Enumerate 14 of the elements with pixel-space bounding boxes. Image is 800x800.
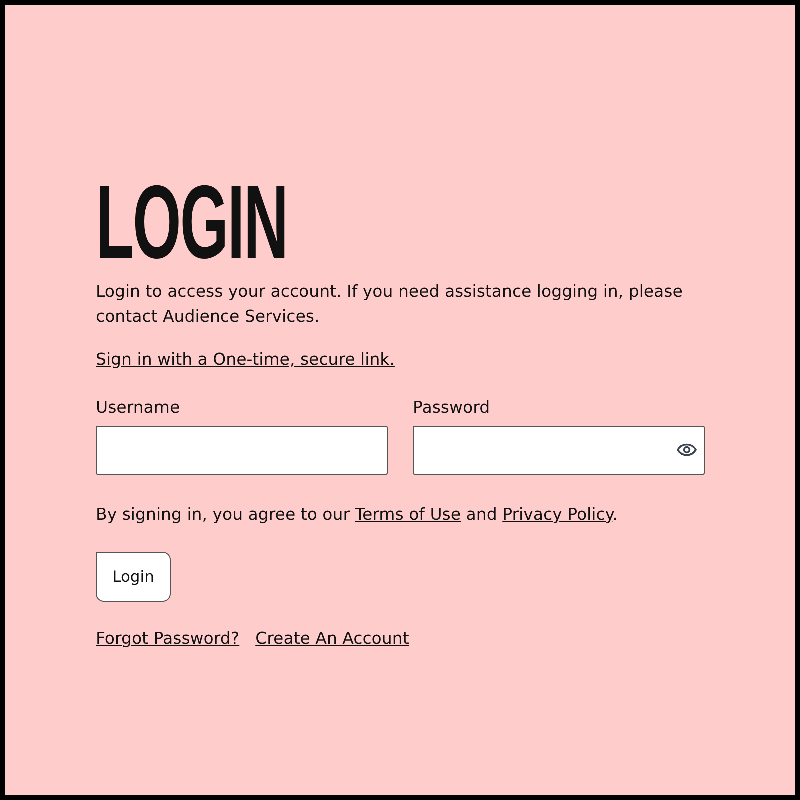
eye-icon[interactable] — [677, 443, 697, 457]
privacy-link[interactable]: Privacy Policy — [502, 505, 613, 524]
text-link[interactable]: Forgot Password? — [96, 628, 240, 650]
input-field[interactable] — [96, 426, 388, 475]
consent-text: By signing in, you agree to our Terms of Use and Privacy Policy. — [96, 504, 619, 526]
field-label: Username — [96, 397, 180, 419]
terms-link[interactable]: Terms of Use — [355, 505, 462, 524]
login-button[interactable]: Login — [96, 552, 171, 602]
one-time-link[interactable]: Sign in with a One-time, secure link. — [96, 349, 395, 371]
page-title: LOGIN — [96, 181, 288, 265]
text-link[interactable]: Create An Account — [256, 628, 410, 650]
intro-text: Login to access your account. If you need assistance logging in, please contact Audience Services. — [96, 281, 684, 328]
field-label: Password — [413, 397, 490, 419]
input-field[interactable] — [413, 426, 705, 475]
